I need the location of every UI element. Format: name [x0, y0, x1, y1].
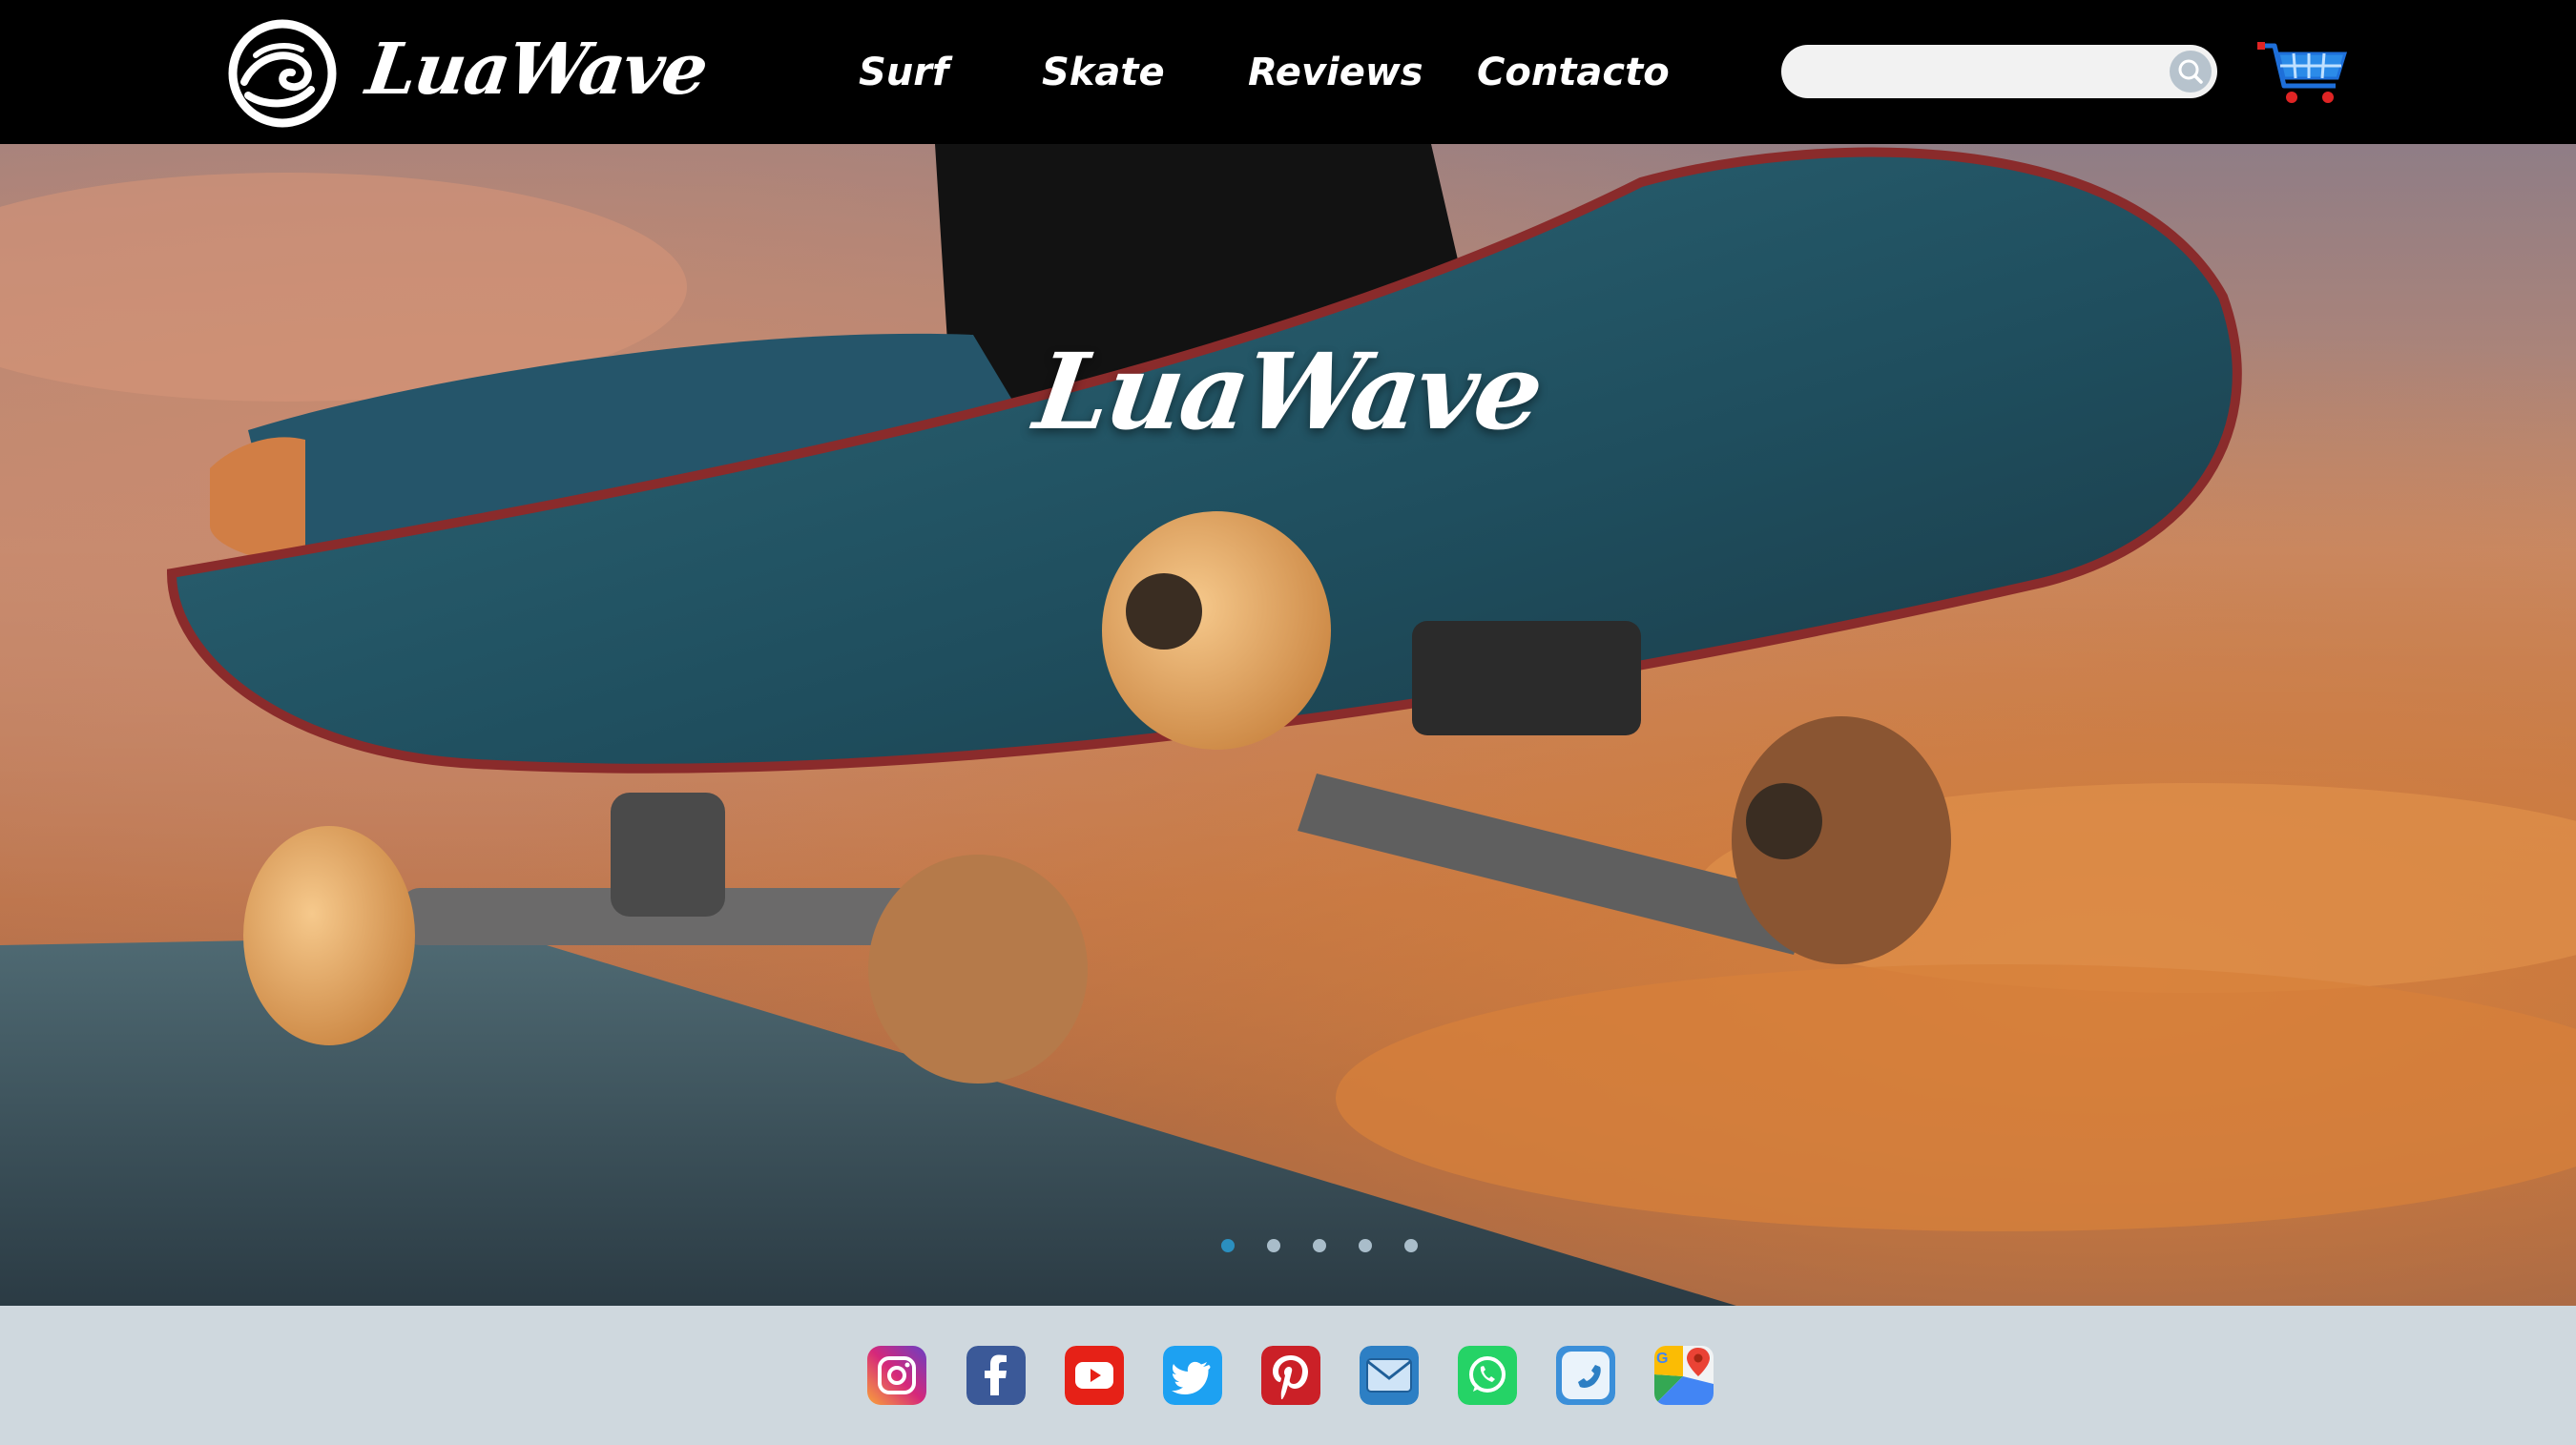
- search-button[interactable]: [2170, 51, 2212, 93]
- nav-link-contacto[interactable]: Contacto: [1477, 42, 1670, 103]
- search-input[interactable]: [1808, 52, 2151, 91]
- nav-link-skate[interactable]: Skate: [1042, 42, 1165, 103]
- skateboard-on-ramp-sunset-photo: [0, 144, 2576, 1306]
- google-maps-icon[interactable]: G: [1654, 1346, 1714, 1405]
- site-header: LuaWave Surf Skate Reviews Contacto: [0, 0, 2576, 144]
- nav-link-reviews[interactable]: Reviews: [1248, 42, 1423, 103]
- instagram-icon[interactable]: [867, 1346, 926, 1405]
- slider-dot-4[interactable]: [1359, 1239, 1372, 1252]
- slider-dot-5[interactable]: [1404, 1239, 1418, 1252]
- wave-spiral-logo-icon[interactable]: [227, 19, 338, 128]
- social-footer: G: [0, 1306, 2576, 1445]
- slider-dot-2[interactable]: [1267, 1239, 1280, 1252]
- pinterest-icon[interactable]: [1261, 1346, 1320, 1405]
- slider-dot-1[interactable]: [1221, 1239, 1235, 1252]
- hero-title: LuaWave: [1028, 330, 1548, 453]
- slider-dots: [1221, 1239, 1418, 1252]
- twitter-icon[interactable]: [1163, 1346, 1222, 1405]
- shopping-cart-icon[interactable]: [2255, 38, 2349, 107]
- svg-text:G: G: [1656, 1351, 1668, 1367]
- brand-name[interactable]: LuaWave: [360, 17, 713, 122]
- nav-link-surf[interactable]: Surf: [859, 42, 948, 103]
- phone-icon[interactable]: [1556, 1346, 1615, 1405]
- search-bar: [1781, 45, 2217, 98]
- facebook-icon[interactable]: [966, 1346, 1026, 1405]
- slider-dot-3[interactable]: [1313, 1239, 1326, 1252]
- search-icon: [2178, 59, 2203, 84]
- hero-banner: LuaWave: [0, 144, 2576, 1306]
- email-icon[interactable]: [1360, 1346, 1419, 1405]
- youtube-icon[interactable]: [1065, 1346, 1124, 1405]
- whatsapp-icon[interactable]: [1458, 1346, 1517, 1405]
